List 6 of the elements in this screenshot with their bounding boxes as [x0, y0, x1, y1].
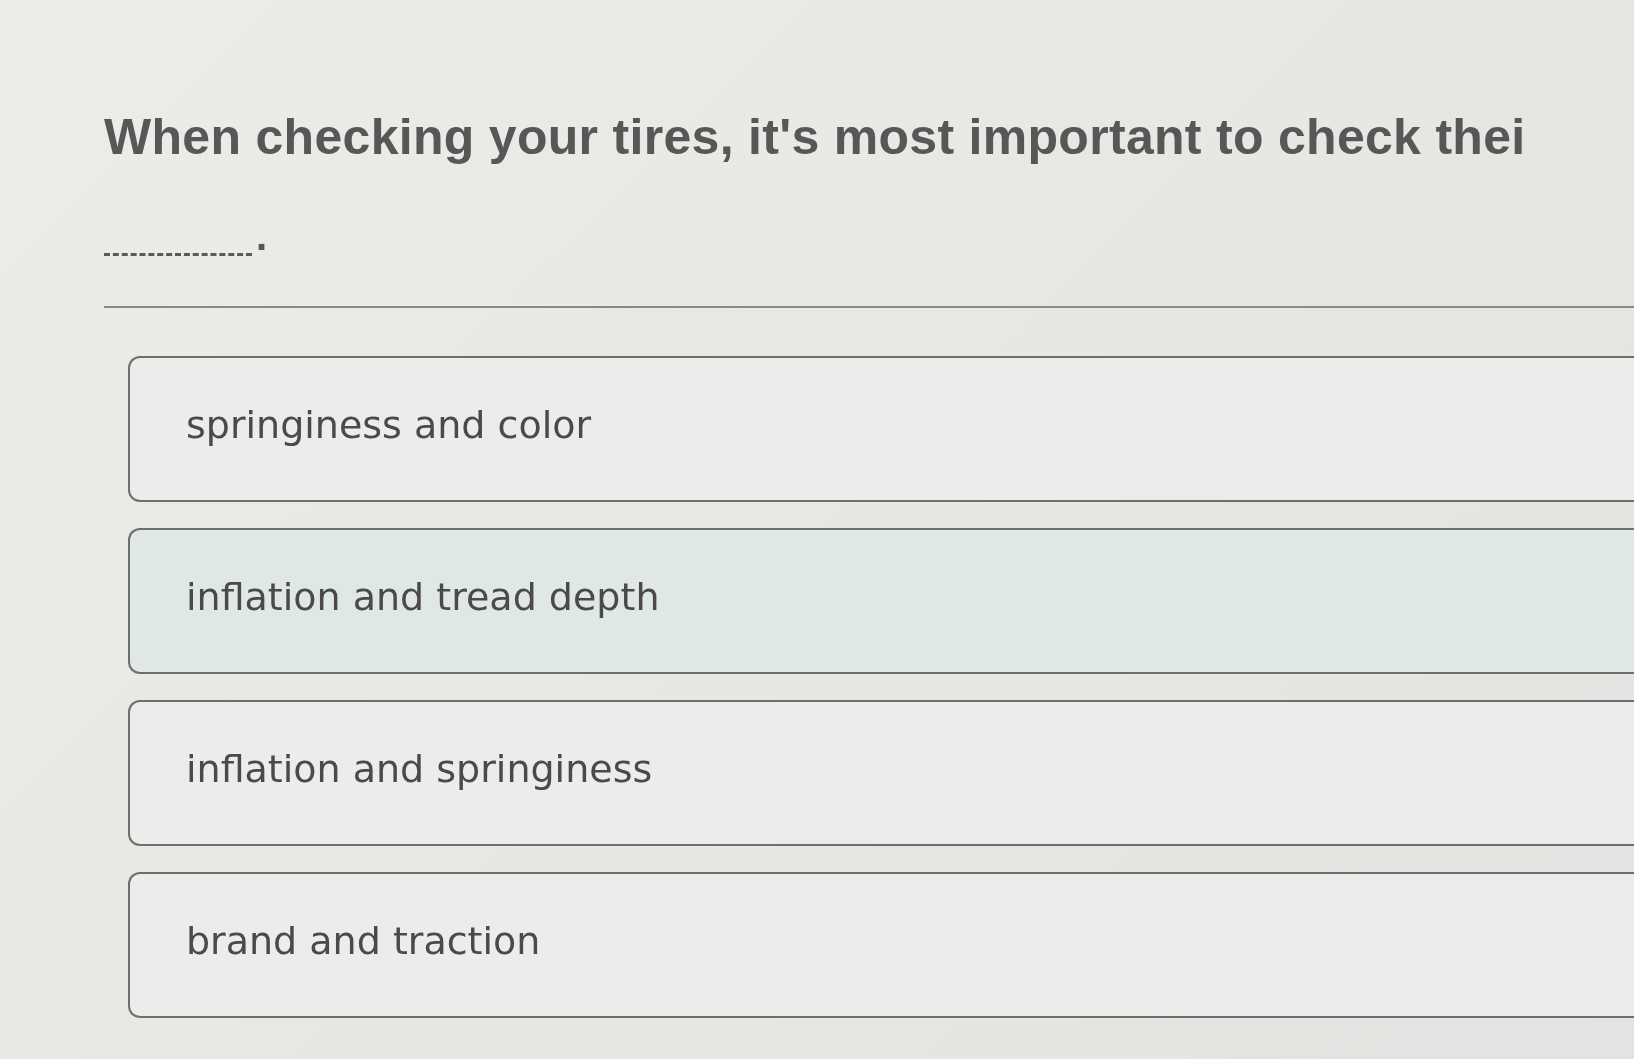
question-text: When checking your tires, it's most important to check thei	[104, 108, 1527, 166]
answer-option[interactable]: springiness and color	[128, 356, 1634, 502]
answer-option[interactable]: inflation and tread depth	[128, 528, 1634, 674]
answer-option[interactable]: inflation and springiness	[128, 700, 1634, 846]
answer-option[interactable]: brand and traction	[128, 872, 1634, 1018]
question-period: .	[256, 216, 268, 256]
